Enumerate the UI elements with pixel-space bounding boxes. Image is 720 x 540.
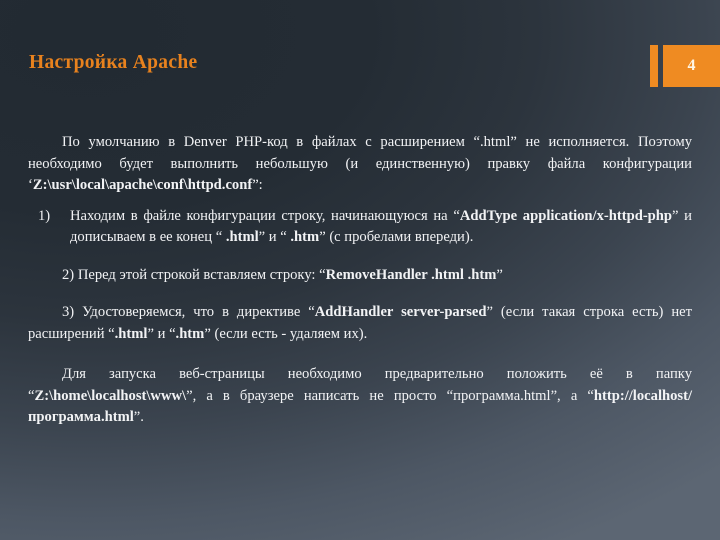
intro-paragraph: По умолчанию в Denver PHP-код в файлах с… (28, 132, 692, 197)
outro-part3: ”, а “ (550, 387, 594, 404)
list-item-3: 3) Удостоверяемся, что в директиве “AddH… (28, 302, 692, 345)
list-item-2-directive: RemoveHandler .html .htm (325, 266, 497, 283)
slide-canvas: Настройка Apache 4 По умолчанию в Denver… (0, 0, 720, 540)
list-item-1-part1: Находим в файле конфигурации строку, нач… (70, 207, 460, 224)
intro-text-tail: ”: (252, 177, 263, 193)
badge-accent-bar (650, 45, 658, 87)
outro-filename: программа.html (453, 387, 551, 404)
list-item-3-part3: ” и “ (147, 325, 176, 342)
badge-box: 4 (663, 45, 720, 87)
list-item-1: 1) Находим в файле конфигурации строку, н… (28, 206, 692, 249)
list-item-3-ext-htm: .htm (175, 325, 205, 342)
slide-number-badge: 4 (650, 45, 720, 87)
list-item-2-part2: ” (496, 266, 503, 283)
slide-body: По умолчанию в Denver PHP-код в файлах с… (28, 132, 692, 429)
outro-www-path: Z:\home\localhost\www\ (34, 387, 187, 404)
list-item-1-marker: 1) (38, 207, 51, 224)
list-item-2-marker: 2) (62, 266, 75, 283)
list-item-2: 2) Перед этой строкой вставляем строку: … (28, 265, 692, 287)
slide-number-label: 4 (687, 57, 696, 74)
list-item-3-space (74, 304, 82, 320)
list-item-1-part3: ” и “ (258, 229, 291, 245)
outro-paragraph: Для запуска веб-страницы необходимо пред… (28, 364, 692, 429)
list-item-1-ext-html: .html (225, 229, 259, 245)
list-item-1-directive: AddType application/x-httpd-php (459, 207, 673, 224)
list-item-3-part1: Удостоверяемся, что в директиве “ (82, 304, 315, 320)
outro-part2: ”, а в браузере написать не просто “ (186, 387, 454, 404)
list-item-3-part4: ” (если есть - удаляем их). (204, 325, 368, 342)
list-item-3-marker: 3) (62, 304, 75, 320)
outro-part4: ”. (133, 409, 144, 425)
list-item-1-part4: ” (с пробелами впереди). (319, 229, 474, 245)
list-item-2-part1: Перед этой строкой вставляем строку: “ (77, 266, 326, 283)
list-item-3-ext-html: .html (114, 325, 148, 342)
intro-config-path: Z:\usr\local\apache\conf\httpd.conf (32, 177, 253, 193)
list-item-3-directive: AddHandler server-parsed (314, 304, 487, 320)
page-title: Настройка Apache (29, 52, 198, 73)
list-item-1-ext-htm: .htm (290, 229, 320, 245)
